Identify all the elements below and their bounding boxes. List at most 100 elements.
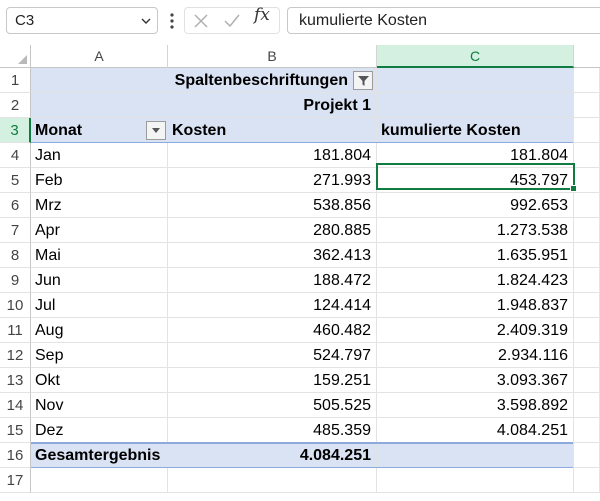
cell-b2[interactable]: Projekt 1	[168, 93, 377, 118]
column-labels-filter-button[interactable]	[353, 71, 373, 90]
cell-d9[interactable]	[574, 268, 600, 293]
cell-c4[interactable]: 181.804	[377, 143, 574, 168]
formula-input[interactable]: kumulierte Kosten	[287, 7, 600, 34]
row-header-12[interactable]: 12	[0, 343, 31, 368]
cell-c16[interactable]	[377, 443, 574, 468]
row-header-17[interactable]: 17	[0, 468, 31, 493]
cell-b7[interactable]: 280.885	[168, 218, 377, 243]
cell-b4[interactable]: 181.804	[168, 143, 377, 168]
cell-b11[interactable]: 460.482	[168, 318, 377, 343]
chevron-down-icon[interactable]	[141, 16, 151, 26]
cell-d15[interactable]	[574, 418, 600, 443]
cell-a13[interactable]: Okt	[31, 368, 168, 393]
cell-d7[interactable]	[574, 218, 600, 243]
row-header-13[interactable]: 13	[0, 368, 31, 393]
cell-b12[interactable]: 524.797	[168, 343, 377, 368]
cell-c5[interactable]: 453.797	[377, 168, 574, 193]
cell-c7[interactable]: 1.273.538	[377, 218, 574, 243]
cell-c9[interactable]: 1.824.423	[377, 268, 574, 293]
cell-d8[interactable]	[574, 243, 600, 268]
cell-d17[interactable]	[574, 468, 600, 493]
more-options-icon[interactable]	[170, 11, 174, 31]
cell-d13[interactable]	[574, 368, 600, 393]
row-header-9[interactable]: 9	[0, 268, 31, 293]
row-header-8[interactable]: 8	[0, 243, 31, 268]
cell-c8[interactable]: 1.635.951	[377, 243, 574, 268]
cell-a9[interactable]: Jun	[31, 268, 168, 293]
cell-a10[interactable]: Jul	[31, 293, 168, 318]
cell-d4[interactable]	[574, 143, 600, 168]
cell-c17[interactable]	[377, 468, 574, 493]
cell-a17[interactable]	[31, 468, 168, 493]
cell-b10[interactable]: 124.414	[168, 293, 377, 318]
cell-b9[interactable]: 188.472	[168, 268, 377, 293]
cell-b6[interactable]: 538.856	[168, 193, 377, 218]
cell-d2[interactable]	[574, 93, 600, 118]
cell-a1[interactable]	[31, 68, 168, 93]
cell-c12[interactable]: 2.934.116	[377, 343, 574, 368]
cell-c10[interactable]: 1.948.837	[377, 293, 574, 318]
row-header-15[interactable]: 15	[0, 418, 31, 443]
cell-a11[interactable]: Aug	[31, 318, 168, 343]
cell-a5[interactable]: Feb	[31, 168, 168, 193]
cell-a8[interactable]: Mai	[31, 243, 168, 268]
cell-c13[interactable]: 3.093.367	[377, 368, 574, 393]
cell-d6[interactable]	[574, 193, 600, 218]
cell-d16[interactable]	[574, 443, 600, 468]
cell-a4[interactable]: Jan	[31, 143, 168, 168]
cell-a7[interactable]: Apr	[31, 218, 168, 243]
cell-b8[interactable]: 362.413	[168, 243, 377, 268]
row-header-5[interactable]: 5	[0, 168, 31, 193]
cell-b5[interactable]: 271.993	[168, 168, 377, 193]
cell-a12[interactable]: Sep	[31, 343, 168, 368]
cell-b16[interactable]: 4.084.251	[168, 443, 377, 468]
cell-a16[interactable]: Gesamtergebnis	[31, 443, 168, 468]
cell-a15[interactable]: Dez	[31, 418, 168, 443]
name-box[interactable]: C3	[6, 7, 158, 34]
cell-a3[interactable]: Monat	[31, 118, 168, 143]
column-header-c[interactable]: C	[377, 45, 574, 68]
cancel-icon[interactable]	[193, 13, 209, 29]
enter-check-icon[interactable]	[223, 13, 241, 29]
cell-c6[interactable]: 992.653	[377, 193, 574, 218]
monat-filter-button[interactable]	[146, 121, 166, 140]
row-header-1[interactable]: 1	[0, 68, 31, 93]
cell-c11[interactable]: 2.409.319	[377, 318, 574, 343]
column-header-d[interactable]	[574, 45, 600, 68]
cell-c3[interactable]: kumulierte Kosten	[377, 118, 574, 143]
row-header-6[interactable]: 6	[0, 193, 31, 218]
cell-c2[interactable]	[377, 93, 574, 118]
cell-b17[interactable]	[168, 468, 377, 493]
select-all-corner[interactable]	[0, 45, 31, 68]
cell-b14[interactable]: 505.525	[168, 393, 377, 418]
cell-a2[interactable]	[31, 93, 168, 118]
cell-d1[interactable]	[574, 68, 600, 93]
cell-d5[interactable]	[574, 168, 600, 193]
cell-c14[interactable]: 3.598.892	[377, 393, 574, 418]
insert-function-icon[interactable]: fx	[254, 5, 270, 25]
row-header-10[interactable]: 10	[0, 293, 31, 318]
row-header-14[interactable]: 14	[0, 393, 31, 418]
cell-a6[interactable]: Mrz	[31, 193, 168, 218]
row-header-2[interactable]: 2	[0, 93, 31, 118]
column-header-b[interactable]: B	[168, 45, 377, 68]
row-header-3[interactable]: 3	[0, 118, 31, 143]
row-header-16[interactable]: 16	[0, 443, 31, 468]
cell-c15[interactable]: 4.084.251	[377, 418, 574, 443]
cell-a15-text: Dez	[35, 422, 64, 439]
cell-d10[interactable]	[574, 293, 600, 318]
cell-a14[interactable]: Nov	[31, 393, 168, 418]
cell-d3[interactable]	[574, 118, 600, 143]
cell-c1[interactable]	[377, 68, 574, 93]
row-header-11[interactable]: 11	[0, 318, 31, 343]
cell-b13[interactable]: 159.251	[168, 368, 377, 393]
cell-d11[interactable]	[574, 318, 600, 343]
cell-b15[interactable]: 485.359	[168, 418, 377, 443]
cell-d14[interactable]	[574, 393, 600, 418]
cell-b3[interactable]: Kosten	[168, 118, 377, 143]
row-header-7[interactable]: 7	[0, 218, 31, 243]
row-header-4[interactable]: 4	[0, 143, 31, 168]
cell-d12[interactable]	[574, 343, 600, 368]
cell-b1[interactable]: Spaltenbeschriftungen	[168, 68, 377, 93]
column-header-a[interactable]: A	[31, 45, 168, 68]
